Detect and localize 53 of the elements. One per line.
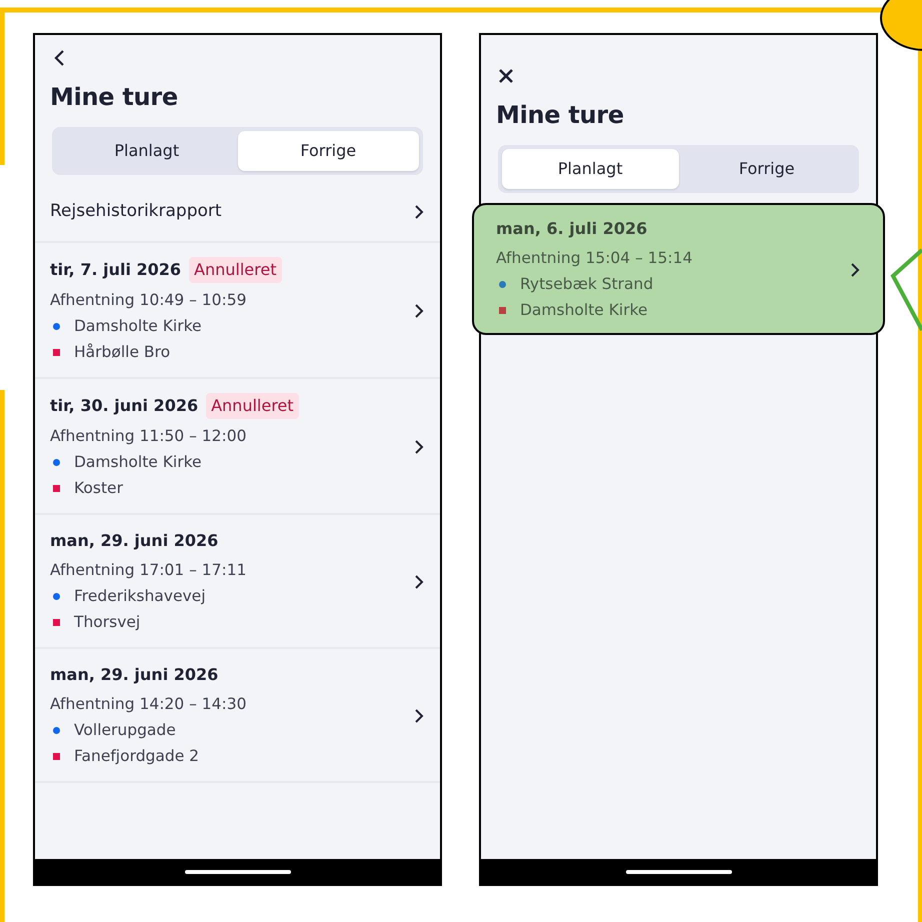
dropoff-square-icon: [53, 484, 60, 492]
chevron-right-icon: [413, 574, 425, 590]
stop-name: Damsholte Kirke: [74, 316, 202, 337]
tab[interactable]: Forrige: [238, 131, 419, 171]
page-title: Mine ture: [496, 100, 625, 131]
status-badge: Annulleret: [206, 393, 299, 419]
chevron-right-icon: [413, 303, 425, 319]
highlighted-trip-row[interactable]: man, 6. juli 2026 Afhentning 15:04 – 15:14 Rytsebæk Strand Damsholte Kirke: [472, 203, 885, 335]
trip-row[interactable]: man, 29. juni 2026 Afhentning 14:20 – 14:30 Vollerupgade Fanefjordgade 2: [35, 649, 440, 783]
pickup-dot-icon: [53, 322, 60, 330]
stop-name: Thorsvej: [74, 612, 140, 633]
stop-name: Vollerupgade: [74, 720, 176, 741]
dropoff-square-icon: [53, 348, 60, 356]
pickup-dot-icon: [499, 280, 506, 288]
stop-name: Fanefjordgade 2: [74, 746, 200, 767]
pickup-time: Afhentning 15:04 – 15:14: [496, 248, 694, 269]
tab[interactable]: Planlagt: [56, 131, 238, 171]
trip-date: tir, 30. juni 2026: [50, 395, 198, 417]
page-title: Mine ture: [50, 82, 179, 113]
chevron-right-icon: [413, 708, 425, 724]
stop-name: Rytsebæk Strand: [520, 274, 654, 295]
trip-date: man, 29. juni 2026: [50, 530, 218, 552]
pickup-dot-icon: [53, 458, 60, 466]
stop-name: Damsholte Kirke: [520, 300, 648, 321]
chevron-right-icon: [849, 262, 861, 278]
stop-name: Hårbølle Bro: [74, 342, 170, 363]
trip-date: man, 29. juni 2026: [50, 664, 218, 686]
dropoff-square-icon: [53, 618, 60, 626]
tab[interactable]: Forrige: [678, 149, 855, 189]
trip-date: tir, 7. juli 2026: [50, 259, 182, 281]
stop-name: Koster: [74, 478, 123, 499]
trip-date: man, 6. juli 2026: [496, 218, 648, 240]
stop-name: Frederikshavevej: [74, 586, 206, 607]
pickup-time: Afhentning 10:49 – 10:59: [50, 290, 248, 311]
dropoff-square-icon: [53, 752, 60, 760]
home-indicator[interactable]: [626, 870, 732, 874]
pickup-time: Afhentning 17:01 – 17:11: [50, 560, 248, 581]
stop-name: Damsholte Kirke: [74, 452, 202, 473]
chevron-right-icon: [413, 439, 425, 455]
pickup-time: Afhentning 11:50 – 12:00: [50, 426, 248, 447]
trip-row[interactable]: tir, 30. juni 2026 Annulleret Afhentning 11:50 – 12:00 Damsholte Kirke Koster: [35, 379, 440, 515]
report-link-row[interactable]: Rejsehistorikrapport: [35, 183, 440, 243]
pickup-dot-icon: [53, 726, 60, 734]
chevron-right-icon: [413, 204, 425, 220]
trip-row[interactable]: tir, 7. juli 2026 Annulleret Afhentning 10:49 – 10:59 Damsholte Kirke Hårbølle Bro: [35, 243, 440, 379]
trip-row[interactable]: man, 29. juni 2026 Afhentning 17:01 – 17:11 Frederikshavevej Thorsvej: [35, 515, 440, 649]
tab[interactable]: Planlagt: [502, 149, 678, 189]
home-indicator[interactable]: [184, 870, 290, 874]
dropoff-square-icon: [499, 306, 506, 314]
pickup-dot-icon: [53, 592, 60, 600]
status-badge: Annulleret: [189, 257, 282, 283]
pickup-time: Afhentning 14:20 – 14:30: [50, 694, 248, 715]
report-link-label: Rejsehistorikrapport: [50, 200, 222, 224]
